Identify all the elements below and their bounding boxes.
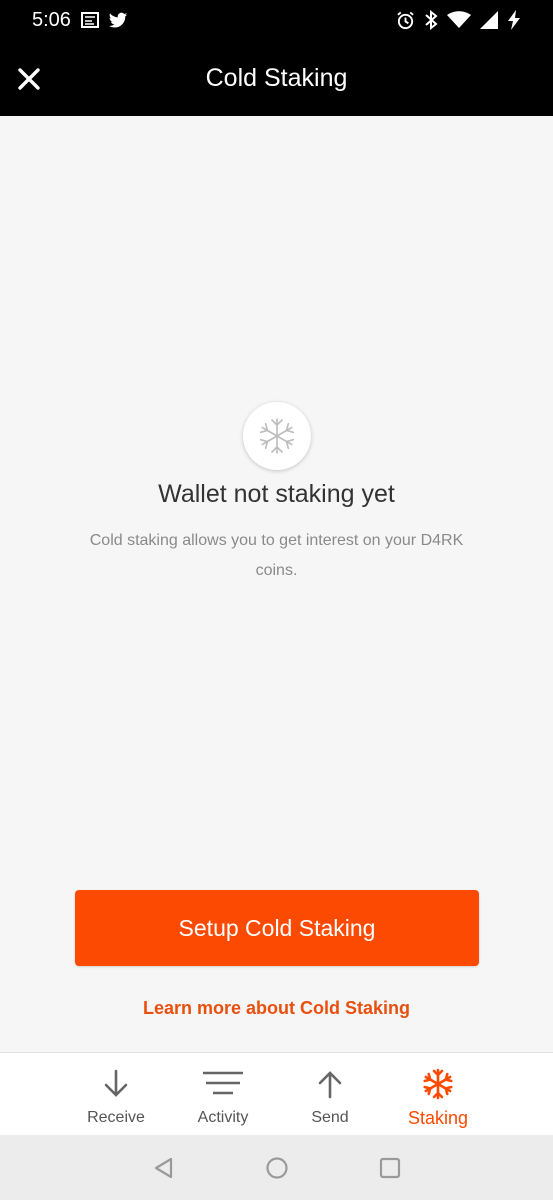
nav-label-staking: Staking — [407, 1108, 469, 1128]
learn-more-link[interactable]: Learn more about Cold Staking — [0, 998, 553, 1019]
alarm-icon — [397, 11, 414, 29]
recents-icon[interactable] — [377, 1155, 403, 1181]
page-title: Cold Staking — [205, 64, 348, 92]
wifi-icon — [447, 11, 471, 28]
lines-icon — [203, 1071, 243, 1095]
status-bar: 5:06 — [0, 0, 553, 40]
home-icon[interactable] — [264, 1155, 290, 1181]
setup-cold-staking-button[interactable]: Setup Cold Staking — [75, 890, 479, 966]
twitter-icon — [108, 12, 128, 28]
snowflake-icon — [422, 1068, 454, 1100]
nav-item-send[interactable]: Send — [280, 1053, 380, 1136]
nav-item-activity[interactable]: Activity — [173, 1053, 273, 1136]
status-left-icons — [80, 10, 128, 30]
empty-state-description: Cold staking allows you to get interest … — [89, 532, 464, 579]
bluetooth-icon — [425, 10, 438, 30]
status-time: 5:06 — [32, 9, 71, 31]
empty-state-title: Wallet not staking yet — [158, 480, 395, 508]
bottom-nav: Receive Activity Send Staking — [0, 1052, 553, 1136]
app-bar: Cold Staking — [0, 40, 553, 116]
nav-item-staking[interactable]: Staking — [388, 1053, 488, 1136]
system-nav-bar — [0, 1135, 553, 1200]
charging-icon — [508, 10, 520, 30]
nav-label-receive: Receive — [87, 1109, 145, 1126]
notification-app-icon — [81, 12, 99, 28]
signal-icon — [480, 11, 498, 29]
arrow-up-icon — [318, 1071, 342, 1099]
status-right-icons — [396, 10, 521, 30]
nav-label-activity: Activity — [197, 1109, 249, 1126]
empty-state-icon-container — [243, 402, 311, 470]
back-icon[interactable] — [151, 1155, 177, 1181]
nav-item-receive[interactable]: Receive — [66, 1053, 166, 1136]
arrow-down-icon — [104, 1069, 128, 1097]
snowflake-icon — [258, 418, 296, 454]
nav-label-send: Send — [311, 1109, 349, 1126]
